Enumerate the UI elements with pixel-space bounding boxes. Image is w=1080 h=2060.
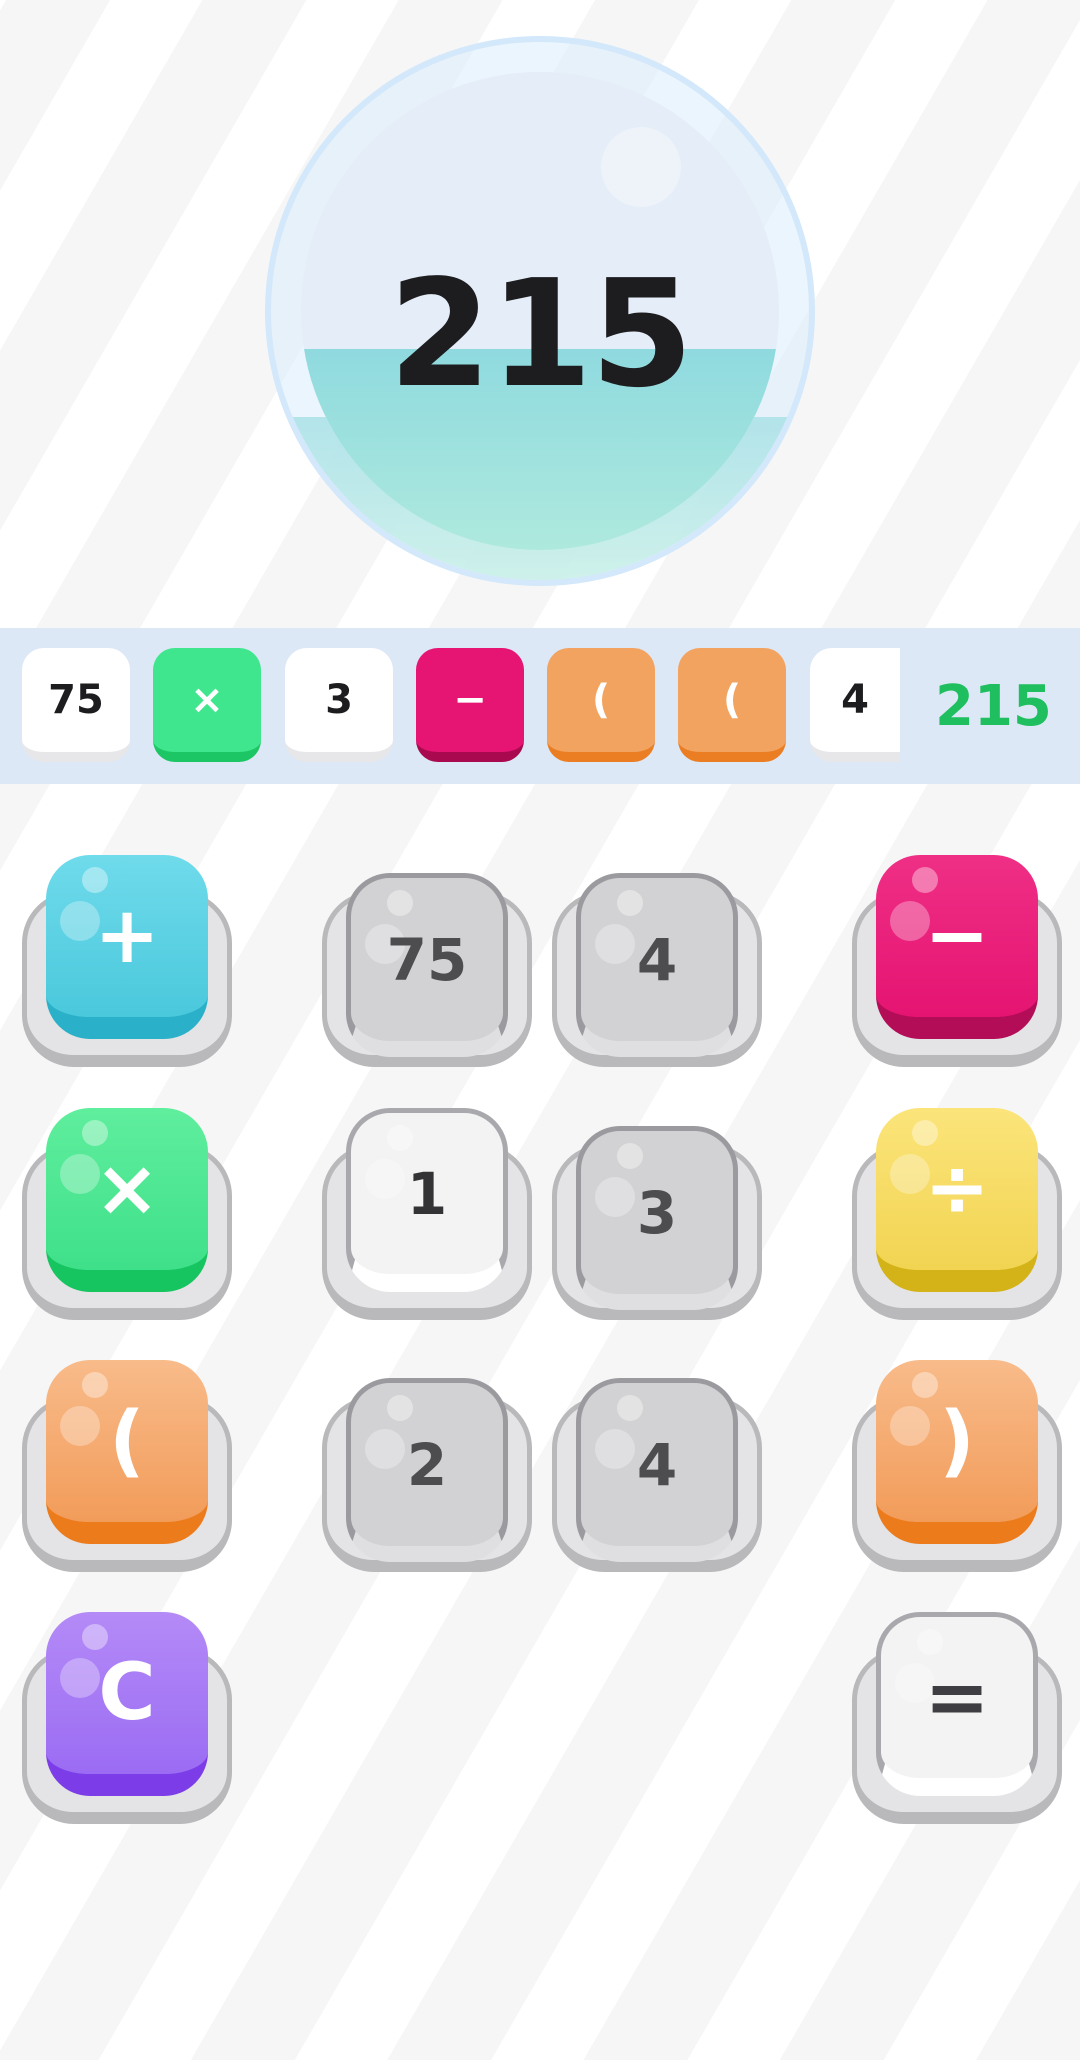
number-key-2[interactable]: 2 xyxy=(322,1360,532,1572)
shine-dot xyxy=(617,1395,643,1421)
shine-dot xyxy=(595,1429,635,1469)
number-key-label: 3 xyxy=(636,1178,678,1247)
key-cap[interactable]: 2 xyxy=(346,1378,508,1562)
key-cap[interactable]: × xyxy=(46,1108,208,1292)
shine-dot xyxy=(60,1406,100,1446)
shine-dot xyxy=(912,1372,938,1398)
expression-token-open-paren[interactable]: ( xyxy=(547,648,655,762)
divide-icon: ÷ xyxy=(924,1144,990,1234)
number-key-4[interactable]: 4 xyxy=(552,855,762,1067)
key-cap[interactable]: ÷ xyxy=(876,1108,1038,1292)
minus-icon: − xyxy=(924,891,990,981)
key-cap[interactable]: = xyxy=(876,1612,1038,1796)
divide-button[interactable]: ÷ xyxy=(852,1108,1062,1320)
number-key-75[interactable]: 75 xyxy=(322,855,532,1067)
key-cap[interactable]: 3 xyxy=(576,1126,738,1310)
key-cap[interactable]: 1 xyxy=(346,1108,508,1292)
shine-dot xyxy=(912,1120,938,1146)
number-key-label: 4 xyxy=(636,1430,678,1499)
target-number: 215 xyxy=(388,248,694,420)
close-paren-button[interactable]: ) xyxy=(852,1360,1062,1572)
expression-result: 215 xyxy=(935,673,1052,739)
equals-icon: = xyxy=(924,1652,990,1743)
number-key-label: 75 xyxy=(386,925,468,994)
equals-button[interactable]: = xyxy=(852,1612,1062,1824)
shine-dot xyxy=(60,1658,100,1698)
expression-token-number[interactable]: 3 xyxy=(285,648,393,762)
shine-dot xyxy=(387,1395,413,1421)
close-paren-icon: ) xyxy=(939,1396,975,1486)
multiply-button[interactable]: × xyxy=(22,1108,232,1320)
number-key-4[interactable]: 4 xyxy=(552,1360,762,1572)
key-cap[interactable]: C xyxy=(46,1612,208,1796)
clear-icon: C xyxy=(98,1648,156,1738)
shine-dot xyxy=(82,1624,108,1650)
target-bubble: 215 xyxy=(265,36,815,586)
expression-token-multiply[interactable]: × xyxy=(153,648,261,762)
number-key-label: 2 xyxy=(406,1430,448,1499)
shine-dot xyxy=(365,1429,405,1469)
shine-dot xyxy=(82,1372,108,1398)
multiply-icon: × xyxy=(94,1144,160,1234)
plus-icon: + xyxy=(94,891,160,981)
shine-dot xyxy=(82,1120,108,1146)
shine-dot xyxy=(617,890,643,916)
shine-dot xyxy=(890,1406,930,1446)
bubble-shine xyxy=(601,127,681,207)
shine-dot xyxy=(595,1177,635,1217)
key-cap[interactable]: ( xyxy=(46,1360,208,1544)
shine-dot xyxy=(82,867,108,893)
key-cap[interactable]: 75 xyxy=(346,873,508,1057)
shine-dot xyxy=(617,1143,643,1169)
plus-button[interactable]: + xyxy=(22,855,232,1067)
number-key-label: 4 xyxy=(636,925,678,994)
key-cap[interactable]: + xyxy=(46,855,208,1039)
number-key-label: 1 xyxy=(406,1159,448,1228)
shine-dot xyxy=(387,890,413,916)
number-key-1[interactable]: 1 xyxy=(322,1108,532,1320)
shine-dot xyxy=(912,867,938,893)
expression-bar: 75 × 3 − ( ( 4 215 xyxy=(0,628,1080,784)
expression-token-open-paren[interactable]: ( xyxy=(678,648,786,762)
open-paren-icon: ( xyxy=(109,1396,145,1486)
shine-dot xyxy=(595,924,635,964)
key-cap[interactable]: − xyxy=(876,855,1038,1039)
shine-dot xyxy=(387,1125,413,1151)
clear-button[interactable]: C xyxy=(22,1612,232,1824)
shine-dot xyxy=(917,1629,943,1655)
minus-button[interactable]: − xyxy=(852,855,1062,1067)
shine-dot xyxy=(365,1159,405,1199)
expression-token-number[interactable]: 75 xyxy=(22,648,130,762)
open-paren-button[interactable]: ( xyxy=(22,1360,232,1572)
number-key-3[interactable]: 3 xyxy=(552,1108,762,1320)
key-cap[interactable]: 4 xyxy=(576,1378,738,1562)
key-cap[interactable]: 4 xyxy=(576,873,738,1057)
expression-token-number[interactable]: 4 xyxy=(810,648,900,762)
key-cap[interactable]: ) xyxy=(876,1360,1038,1544)
expression-token-subtract[interactable]: − xyxy=(416,648,524,762)
